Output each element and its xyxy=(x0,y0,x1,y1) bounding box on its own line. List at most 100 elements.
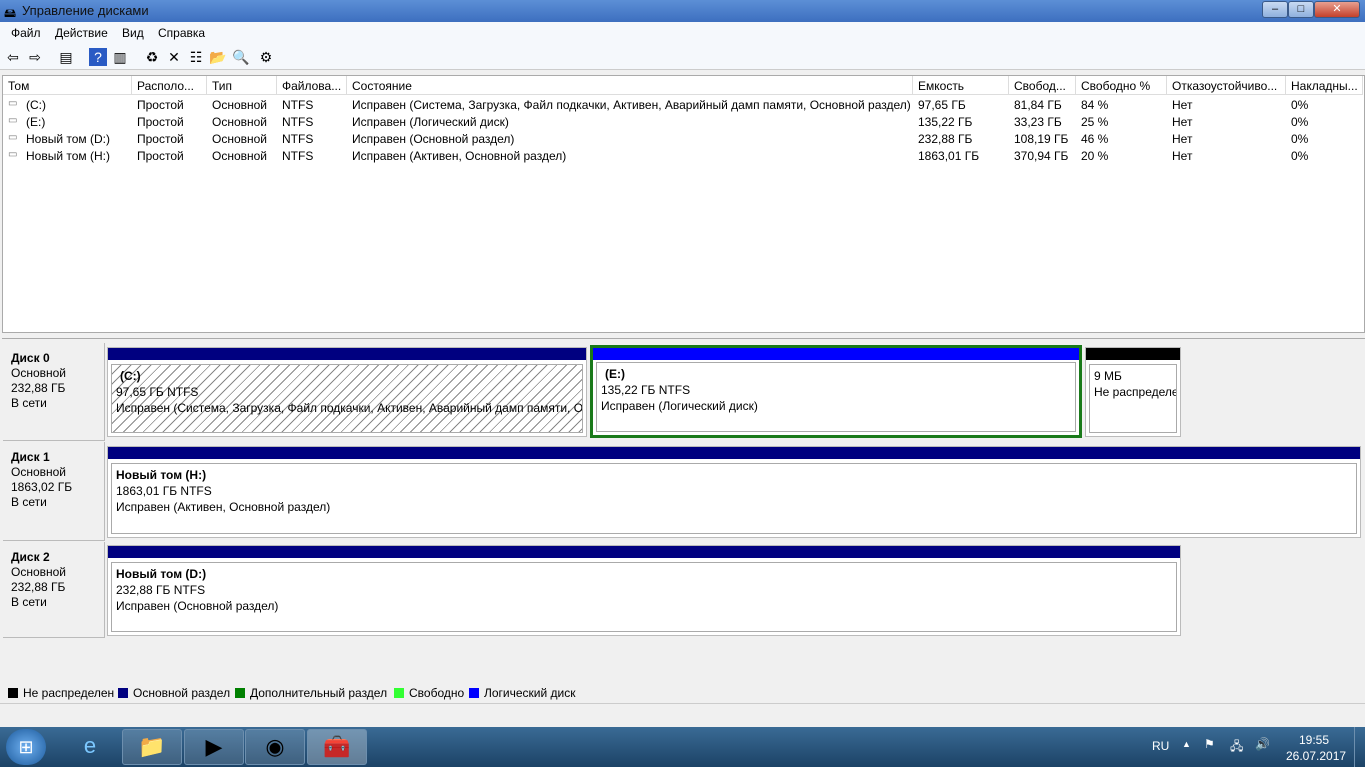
column-header[interactable]: Тип xyxy=(207,76,277,95)
partition-info: (E:) 135,22 ГБ NTFS Исправен (Логический д… xyxy=(596,362,1076,432)
computer-management-icon[interactable]: 🧰 xyxy=(307,729,367,765)
search-icon[interactable]: 🔍 xyxy=(232,48,250,66)
action-pane-icon[interactable]: ▥ xyxy=(111,48,129,66)
show-hidden-icons-icon[interactable]: ▲ xyxy=(1182,739,1191,749)
volume-name[interactable]: Новый том (D:) xyxy=(21,130,150,147)
open-icon[interactable]: 📂 xyxy=(209,48,227,66)
table-cell: 25 % xyxy=(1081,115,1109,129)
menu-view[interactable]: Вид xyxy=(122,26,144,40)
partition-0[interactable]: (C:) 97,65 ГБ NTFS Исправен (Система, Загр… xyxy=(107,347,587,437)
disk-type: Основной xyxy=(11,565,67,579)
table-cell: NTFS xyxy=(282,132,314,146)
drive-icon: ▭ xyxy=(8,149,18,160)
column-header[interactable]: Файлова... xyxy=(277,76,347,95)
disk-map: Диск 0 Основной 232,88 ГБ В сети Диск 1 Основ… xyxy=(2,338,1365,680)
legend-item: Основной раздел xyxy=(118,686,230,700)
partition-info: Новый том (D:) 232,88 ГБ NTFS Исправен (Ос… xyxy=(111,562,1177,632)
table-cell: Простой xyxy=(137,149,184,163)
table-cell: Нет xyxy=(1172,132,1193,146)
table-cell: Нет xyxy=(1172,98,1193,112)
disk-status: В сети xyxy=(11,595,47,609)
menu-action[interactable]: Действие xyxy=(55,26,108,40)
legend-item: Не распределен xyxy=(8,686,114,700)
language-indicator[interactable]: RU xyxy=(1152,739,1169,753)
settings-icon[interactable]: ⚙ xyxy=(257,48,275,66)
partition-4[interactable]: Новый том (D:) 232,88 ГБ NTFS Исправен (Ос… xyxy=(107,545,1181,636)
table-cell: Нет xyxy=(1172,149,1193,163)
table-cell: 0% xyxy=(1291,98,1309,112)
partition-status: Исправен (Активен, Основной раздел) xyxy=(116,500,331,514)
legend-item: Свободно xyxy=(394,686,464,700)
column-header[interactable]: Отказоустойчиво... xyxy=(1167,76,1286,95)
partition-size: 97,65 ГБ NTFS xyxy=(116,385,199,399)
clock-date[interactable]: 26.07.2017 xyxy=(1286,749,1346,763)
legend-swatch xyxy=(469,688,479,698)
disk-label-0[interactable]: Диск 0 Основной 232,88 ГБ В сети xyxy=(3,343,105,441)
table-cell: 108,19 ГБ xyxy=(1014,132,1069,146)
network-icon[interactable]: 🖧 xyxy=(1230,737,1243,758)
column-header[interactable]: Свобод... xyxy=(1009,76,1076,95)
disk-size: 232,88 ГБ xyxy=(11,381,66,395)
column-header[interactable]: Располо... xyxy=(132,76,207,95)
media-player-icon[interactable]: ▶ xyxy=(184,729,244,765)
volume-name[interactable]: Новый том (H:) xyxy=(21,147,150,164)
title-bar: 🖴 Управление дисками ‒ □ ✕ xyxy=(0,0,1365,22)
volume-name[interactable]: (C:) xyxy=(21,96,150,113)
action-center-icon[interactable]: ⚑ xyxy=(1204,737,1215,751)
column-header[interactable]: Состояние xyxy=(347,76,913,95)
column-header[interactable]: Том xyxy=(3,76,132,95)
table-cell: 97,65 ГБ xyxy=(918,98,966,112)
window-title: Управление дисками xyxy=(22,3,149,18)
disk-name: Диск 2 xyxy=(11,550,50,564)
minimize-button[interactable]: ‒ xyxy=(1262,1,1288,18)
disk-type: Основной xyxy=(11,465,67,479)
column-header[interactable]: Накладны... xyxy=(1286,76,1363,95)
legend-label: Не распределен xyxy=(23,686,115,700)
volume-icon[interactable]: 🔊 xyxy=(1255,737,1270,751)
disk-label-2[interactable]: Диск 2 Основной 232,88 ГБ В сети xyxy=(3,542,105,638)
partition-info: 9 МБ Не распределен xyxy=(1089,364,1177,433)
disk-name: Диск 0 xyxy=(11,351,50,365)
drive-icon: ▭ xyxy=(8,115,18,126)
legend-swatch xyxy=(8,688,18,698)
help-icon[interactable]: ? xyxy=(89,48,107,66)
table-cell: NTFS xyxy=(282,115,314,129)
table-cell: NTFS xyxy=(282,149,314,163)
explorer-icon[interactable]: 📁 xyxy=(122,729,182,765)
close-button[interactable]: ✕ xyxy=(1314,1,1360,18)
disk-label-1[interactable]: Диск 1 Основной 1863,02 ГБ В сети xyxy=(3,442,105,541)
partition-2[interactable]: 9 МБ Не распределен xyxy=(1085,347,1181,437)
partition-name: (C:) xyxy=(120,369,141,383)
legend-label: Основной раздел xyxy=(133,686,231,700)
menu-help[interactable]: Справка xyxy=(158,26,205,40)
partition-status: Не распределен xyxy=(1094,385,1177,399)
chrome-icon[interactable]: ◉ xyxy=(245,729,305,765)
partition-name: Новый том (D:) xyxy=(116,567,207,581)
disk-name: Диск 1 xyxy=(11,450,50,464)
forward-icon[interactable]: ⇨ xyxy=(26,48,44,66)
column-header[interactable]: Емкость xyxy=(913,76,1009,95)
menu-file[interactable]: Файл xyxy=(11,26,41,40)
back-icon[interactable]: ⇦ xyxy=(4,48,22,66)
clock-time[interactable]: 19:55 xyxy=(1299,733,1329,747)
show-desktop-button[interactable] xyxy=(1354,727,1365,767)
start-button[interactable]: ⊞ xyxy=(6,729,46,765)
properties-icon[interactable]: ☷ xyxy=(187,48,205,66)
volume-name[interactable]: (E:) xyxy=(21,113,150,130)
partition-status: Исправен (Основной раздел) xyxy=(116,599,279,613)
column-header[interactable]: Свободно % xyxy=(1076,76,1167,95)
table-cell: 20 % xyxy=(1081,149,1109,163)
delete-icon[interactable]: ✕ xyxy=(165,48,183,66)
table-cell: 370,94 ГБ xyxy=(1014,149,1069,163)
legend-item: Дополнительный раздел xyxy=(235,686,387,700)
table-cell: 81,84 ГБ xyxy=(1014,98,1062,112)
maximize-button[interactable]: □ xyxy=(1288,1,1314,18)
table-cell: Простой xyxy=(137,115,184,129)
console-tree-icon[interactable]: ▤ xyxy=(57,48,75,66)
partition-1[interactable]: (E:) 135,22 ГБ NTFS Исправен (Логический д… xyxy=(590,345,1082,438)
ie-icon[interactable]: e xyxy=(60,729,120,765)
partition-3[interactable]: Новый том (H:) 1863,01 ГБ NTFS Исправен (А… xyxy=(107,446,1361,538)
partition-name: (E:) xyxy=(605,367,625,381)
partition-status: Исправен (Логический диск) xyxy=(601,399,758,413)
refresh-icon[interactable]: ♻ xyxy=(143,48,161,66)
